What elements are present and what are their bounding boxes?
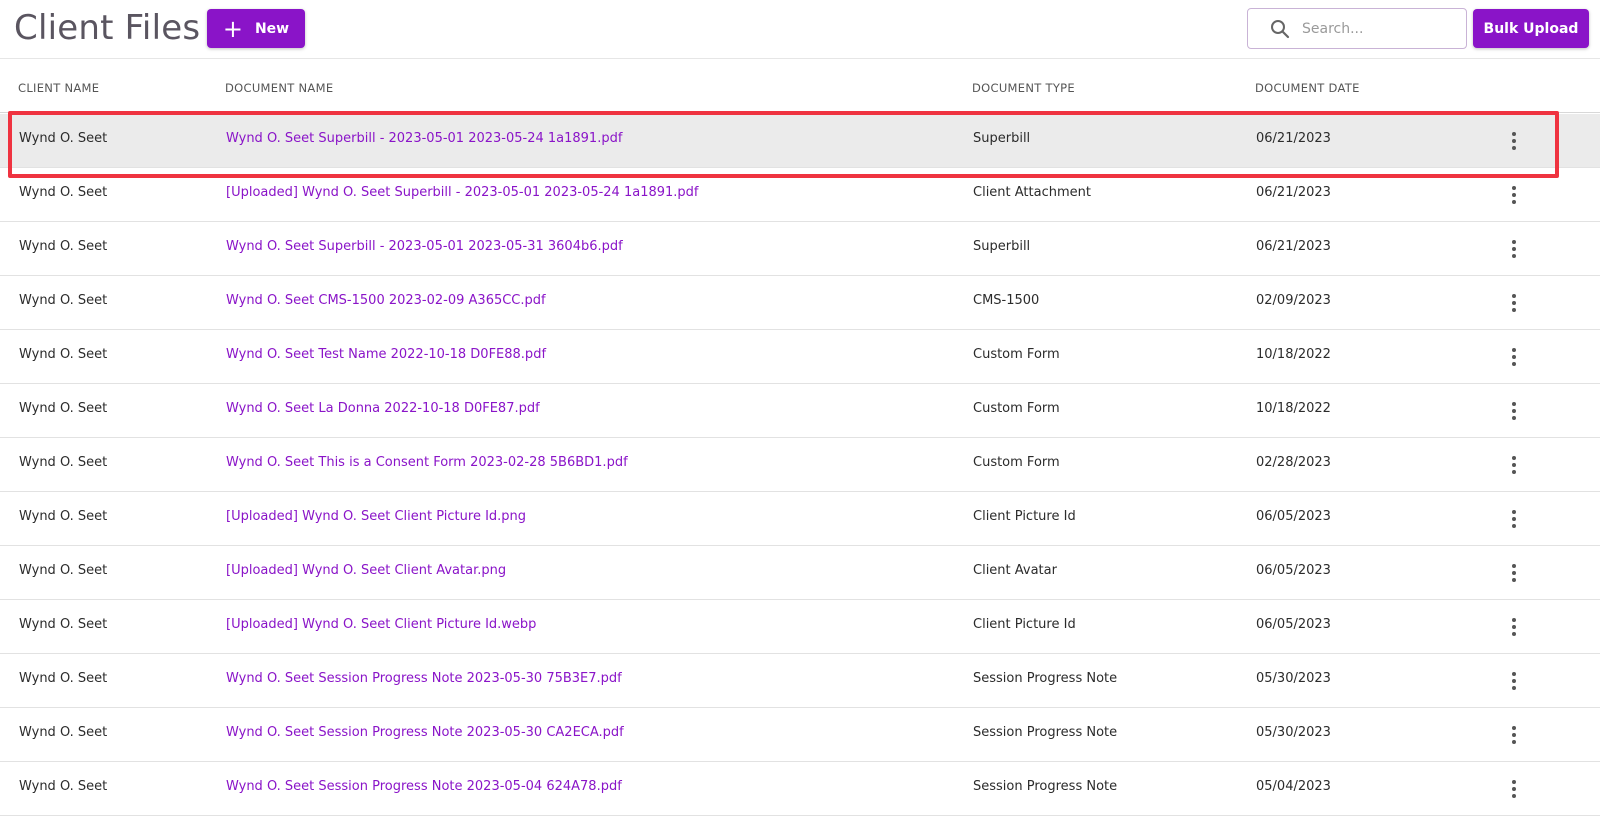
client-name-cell: Wynd O. Seet [19, 455, 108, 470]
client-name-cell: Wynd O. Seet [19, 563, 108, 578]
client-name-cell: Wynd O. Seet [19, 617, 108, 632]
search-icon [1271, 19, 1290, 38]
document-type-cell: Custom Form [973, 347, 1060, 362]
table-row[interactable]: Wynd O. Seet Wynd O. Seet CMS-1500 2023-0… [0, 276, 1600, 330]
document-name-link[interactable]: Wynd O. Seet Session Progress Note 2023-… [226, 725, 624, 740]
table-row[interactable]: Wynd O. Seet Wynd O. Seet Test Name 2022-… [0, 330, 1600, 384]
column-header-document-type[interactable]: DOCUMENT TYPE [972, 81, 1075, 95]
search-box[interactable] [1247, 8, 1467, 49]
document-type-cell: Session Progress Note [973, 725, 1118, 740]
table-row[interactable]: Wynd O. Seet [Uploaded] Wynd O. Seet Supe… [0, 168, 1600, 222]
document-date-cell: 06/21/2023 [1256, 239, 1331, 254]
more-vertical-icon[interactable] [1505, 397, 1523, 425]
table-row[interactable]: Wynd O. Seet [Uploaded] Wynd O. Seet Clie… [0, 600, 1600, 654]
table-row[interactable]: Wynd O. Seet Wynd O. Seet Superbill - 202… [0, 114, 1600, 168]
new-button[interactable]: + New [207, 9, 305, 48]
more-vertical-icon[interactable] [1505, 559, 1523, 587]
document-type-cell: Custom Form [973, 455, 1060, 470]
document-name-link[interactable]: Wynd O. Seet CMS-1500 2023-02-09 A365CC.… [226, 293, 546, 308]
document-name-link[interactable]: [Uploaded] Wynd O. Seet Superbill - 2023… [226, 185, 699, 200]
document-name-link[interactable]: Wynd O. Seet This is a Consent Form 2023… [226, 455, 628, 470]
document-date-cell: 06/21/2023 [1256, 185, 1331, 200]
document-date-cell: 06/05/2023 [1256, 563, 1331, 578]
client-name-cell: Wynd O. Seet [19, 347, 108, 362]
table-row[interactable]: Wynd O. Seet Wynd O. Seet La Donna 2022-1… [0, 384, 1600, 438]
more-vertical-icon[interactable] [1505, 721, 1523, 749]
column-header-document-name[interactable]: DOCUMENT NAME [225, 81, 333, 95]
document-date-cell: 02/28/2023 [1256, 455, 1331, 470]
document-type-cell: Client Picture Id [973, 509, 1076, 524]
client-name-cell: Wynd O. Seet [19, 293, 108, 308]
table-row[interactable]: Wynd O. Seet [Uploaded] Wynd O. Seet Clie… [0, 546, 1600, 600]
bulk-upload-button[interactable]: Bulk Upload [1473, 9, 1589, 48]
new-button-label: New [254, 20, 290, 37]
client-name-cell: Wynd O. Seet [19, 401, 108, 416]
document-name-link[interactable]: Wynd O. Seet Superbill - 2023-05-01 2023… [226, 239, 623, 254]
more-vertical-icon[interactable] [1505, 775, 1523, 803]
document-type-cell: Client Avatar [973, 563, 1057, 578]
table-row[interactable]: Wynd O. Seet Wynd O. Seet This is a Conse… [0, 438, 1600, 492]
document-type-cell: Superbill [973, 131, 1031, 146]
document-date-cell: 05/04/2023 [1256, 779, 1331, 794]
document-date-cell: 10/18/2022 [1256, 401, 1331, 416]
document-type-cell: Session Progress Note [973, 779, 1118, 794]
more-vertical-icon[interactable] [1505, 181, 1523, 209]
table-header: CLIENT NAME DOCUMENT NAME DOCUMENT TYPE … [0, 59, 1600, 113]
document-type-cell: Custom Form [973, 401, 1060, 416]
table-row[interactable]: Wynd O. Seet Wynd O. Seet Session Progres… [0, 654, 1600, 708]
document-date-cell: 06/05/2023 [1256, 509, 1331, 524]
more-vertical-icon[interactable] [1505, 343, 1523, 371]
document-type-cell: Client Attachment [973, 185, 1091, 200]
document-date-cell: 02/09/2023 [1256, 293, 1331, 308]
document-type-cell: CMS-1500 [973, 293, 1040, 308]
document-date-cell: 05/30/2023 [1256, 671, 1331, 686]
document-type-cell: Client Picture Id [973, 617, 1076, 632]
more-vertical-icon[interactable] [1505, 505, 1523, 533]
plus-icon: + [222, 14, 243, 43]
table-row[interactable]: Wynd O. Seet Wynd O. Seet Superbill - 202… [0, 222, 1600, 276]
more-vertical-icon[interactable] [1505, 235, 1523, 263]
column-header-document-date[interactable]: DOCUMENT DATE [1255, 81, 1360, 95]
client-name-cell: Wynd O. Seet [19, 239, 108, 254]
document-type-cell: Superbill [973, 239, 1031, 254]
client-name-cell: Wynd O. Seet [19, 779, 108, 794]
more-vertical-icon[interactable] [1505, 451, 1523, 479]
more-vertical-icon[interactable] [1505, 613, 1523, 641]
document-date-cell: 10/18/2022 [1256, 347, 1331, 362]
document-date-cell: 06/21/2023 [1256, 131, 1331, 146]
client-name-cell: Wynd O. Seet [19, 509, 108, 524]
file-table-body: Wynd O. Seet Wynd O. Seet Superbill - 202… [0, 114, 1600, 816]
page-header: Client Files + New Bulk Upload [0, 0, 1600, 59]
client-name-cell: Wynd O. Seet [19, 671, 108, 686]
table-row[interactable]: Wynd O. Seet Wynd O. Seet Session Progres… [0, 762, 1600, 816]
more-vertical-icon[interactable] [1505, 127, 1523, 155]
document-name-link[interactable]: Wynd O. Seet La Donna 2022-10-18 D0FE87.… [226, 401, 540, 416]
document-name-link[interactable]: Wynd O. Seet Test Name 2022-10-18 D0FE88… [226, 347, 546, 362]
document-name-link[interactable]: Wynd O. Seet Superbill - 2023-05-01 2023… [226, 131, 622, 146]
client-name-cell: Wynd O. Seet [19, 725, 108, 740]
document-name-link[interactable]: [Uploaded] Wynd O. Seet Client Picture I… [226, 509, 526, 524]
document-type-cell: Session Progress Note [973, 671, 1118, 686]
search-input[interactable] [1302, 20, 1452, 37]
document-name-link[interactable]: Wynd O. Seet Session Progress Note 2023-… [226, 779, 622, 794]
document-date-cell: 06/05/2023 [1256, 617, 1331, 632]
document-name-link[interactable]: [Uploaded] Wynd O. Seet Client Picture I… [226, 617, 536, 632]
document-name-link[interactable]: Wynd O. Seet Session Progress Note 2023-… [226, 671, 622, 686]
page-title: Client Files [14, 8, 201, 48]
client-name-cell: Wynd O. Seet [19, 185, 108, 200]
more-vertical-icon[interactable] [1505, 289, 1523, 317]
document-date-cell: 05/30/2023 [1256, 725, 1331, 740]
column-header-client-name[interactable]: CLIENT NAME [18, 81, 99, 95]
table-row[interactable]: Wynd O. Seet [Uploaded] Wynd O. Seet Clie… [0, 492, 1600, 546]
document-name-link[interactable]: [Uploaded] Wynd O. Seet Client Avatar.pn… [226, 563, 506, 578]
table-row[interactable]: Wynd O. Seet Wynd O. Seet Session Progres… [0, 708, 1600, 762]
client-name-cell: Wynd O. Seet [19, 131, 108, 146]
more-vertical-icon[interactable] [1505, 667, 1523, 695]
